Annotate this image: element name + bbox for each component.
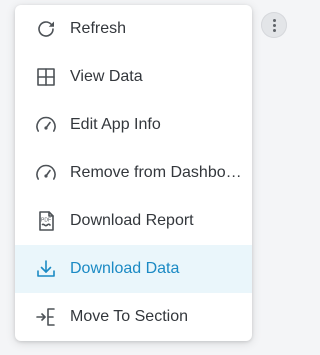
svg-text:PDF: PDF <box>41 218 51 224</box>
kebab-dot <box>272 18 276 22</box>
menu-item-label: Download Report <box>70 212 194 229</box>
menu-item-label: View Data <box>70 68 143 85</box>
menu-item-label: Refresh <box>70 20 127 37</box>
stage: Refresh View Data Edit App Info Remove f… <box>0 0 298 355</box>
kebab-dot <box>272 28 276 32</box>
more-options-button[interactable] <box>261 12 287 38</box>
menu-item-edit-app-info[interactable]: Edit App Info <box>15 101 252 149</box>
table-grid-icon <box>37 68 55 86</box>
speedometer-icon <box>36 164 56 180</box>
refresh-icon <box>38 21 54 37</box>
menu-item-label: Remove from Dashboard <box>70 164 242 181</box>
kebab-dot <box>272 23 276 27</box>
menu-item-view-data[interactable]: View Data <box>15 53 252 101</box>
speedometer-icon <box>36 116 56 132</box>
menu-item-download-data[interactable]: Download Data <box>15 245 252 293</box>
menu-item-move-to-section[interactable]: Move To Section <box>15 293 252 341</box>
pdf-file-icon: PDF <box>39 211 54 231</box>
menu-item-refresh[interactable]: Refresh <box>15 5 252 53</box>
download-icon <box>37 260 55 277</box>
menu-item-label: Edit App Info <box>70 116 161 133</box>
move-to-section-icon <box>36 308 55 326</box>
context-menu: Refresh View Data Edit App Info Remove f… <box>15 5 252 341</box>
menu-item-remove-from-dashboard[interactable]: Remove from Dashboard <box>15 149 252 197</box>
menu-item-label: Download Data <box>70 260 180 277</box>
menu-item-download-report[interactable]: PDF Download Report <box>15 197 252 245</box>
menu-item-label: Move To Section <box>70 308 188 325</box>
